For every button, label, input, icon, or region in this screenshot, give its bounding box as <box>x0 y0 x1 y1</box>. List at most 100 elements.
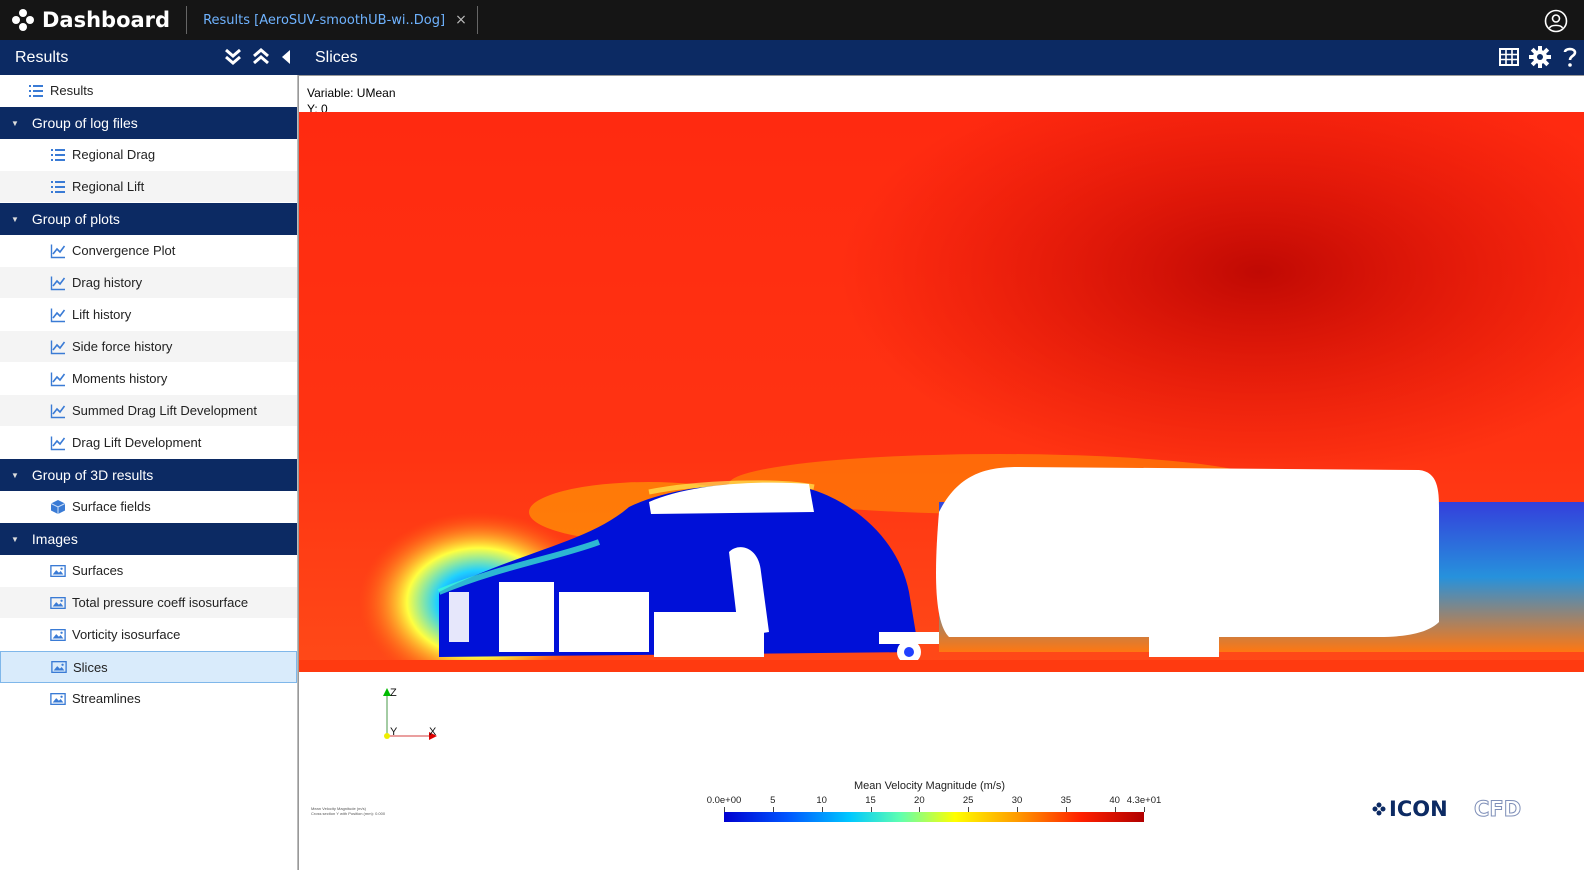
list-icon <box>28 83 44 99</box>
chart-icon <box>50 339 66 355</box>
divider <box>476 6 478 34</box>
tree-item[interactable]: Regional Drag <box>0 139 297 171</box>
image-viewer: Variable: UMean Y: 0 Z Y X Mean Velocity… <box>298 75 1584 870</box>
tab-results[interactable]: Results [AeroSUV-smoothUB-wi..Dog] × <box>187 0 477 40</box>
tree-item-label: Summed Drag Lift Development <box>72 403 257 418</box>
tree-item[interactable]: Drag history <box>0 267 297 299</box>
tree-item-label: Streamlines <box>72 691 141 706</box>
tree-item-label: Vorticity isosurface <box>72 627 181 642</box>
tree-item-label: Side force history <box>72 339 173 354</box>
image-icon <box>51 659 67 675</box>
colorbar-tick-label: 40 <box>1109 795 1120 806</box>
colorbar-tick-label: 0.0e+00 <box>706 795 742 806</box>
tree-item[interactable]: Surface fields <box>0 491 297 523</box>
colorbar-tick-label: 35 <box>1060 795 1072 806</box>
panel-header: Results Slices <box>0 40 1584 75</box>
tree-item[interactable]: Regional Lift <box>0 171 297 203</box>
brand-title: Dashboard <box>42 8 171 32</box>
tree-item[interactable]: Drag Lift Development <box>0 427 297 459</box>
tree-item-label: Drag history <box>72 275 143 290</box>
tree-item[interactable]: Vorticity isosurface <box>0 619 297 651</box>
orientation-axes: Z Y X <box>379 682 449 746</box>
colorbar-tick-label: 20 <box>914 795 925 806</box>
tree-item-label: Regional Lift <box>72 179 145 194</box>
variable-name: Variable: UMean <box>307 86 396 100</box>
image-icon <box>50 691 66 707</box>
tree-item[interactable]: Total pressure coeff isosurface <box>0 587 297 619</box>
list-icon <box>50 147 66 163</box>
tree-group-label: Images <box>31 531 78 547</box>
tree-item-label: Convergence Plot <box>72 243 176 258</box>
axis-y-label: Y <box>390 726 398 738</box>
tree-item-label: Drag Lift Development <box>72 435 202 450</box>
settings-gear-icon[interactable] <box>1528 45 1552 69</box>
results-title: Results <box>15 48 69 66</box>
image-icon <box>50 563 66 579</box>
tree-item[interactable]: Moments history <box>0 363 297 395</box>
results-tree: Results ▼ Group of log files Regional Drag R… <box>0 75 298 870</box>
tab-close-icon[interactable]: × <box>455 12 467 28</box>
image-footnote: Mean Velocity Magnitude (m/s) Cross sect… <box>311 806 385 816</box>
chart-icon <box>50 435 66 451</box>
image-icon <box>50 595 66 611</box>
tree-item-label: Lift history <box>72 307 132 322</box>
collapse-all-icon[interactable] <box>250 46 272 68</box>
tree-group-label: Group of log files <box>31 115 138 131</box>
chart-icon <box>50 307 66 323</box>
axis-x-label: X <box>429 726 437 738</box>
colorbar <box>724 812 1144 822</box>
caret-down-icon[interactable]: ▼ <box>11 471 19 480</box>
list-icon <box>50 179 66 195</box>
footnote-line-2: Cross section Y with Position (mm): 0.00… <box>311 811 386 816</box>
tree-group[interactable]: ▼ Images <box>0 523 297 555</box>
caret-down-icon[interactable]: ▼ <box>11 535 19 544</box>
tree-item-label: Results <box>50 83 94 98</box>
iconcfd-logo: ICON CFD <box>1372 797 1522 822</box>
viewer-header: Slices <box>298 40 1584 75</box>
tab-label[interactable]: Results [AeroSUV-smoothUB-wi..Dog] <box>203 13 445 28</box>
table-grid-icon[interactable] <box>1498 46 1520 68</box>
help-icon[interactable] <box>1560 45 1580 69</box>
tree-item-label: Surface fields <box>72 499 151 514</box>
logo-dots-icon <box>12 9 34 31</box>
top-bar: Dashboard Results [AeroSUV-smoothUB-wi..… <box>0 0 1584 40</box>
velocity-slice-image <box>299 112 1584 672</box>
caret-down-icon[interactable]: ▼ <box>11 215 19 224</box>
tree-group[interactable]: ▼ Group of 3D results <box>0 459 297 491</box>
colorbar-tick-mark <box>1144 807 1145 812</box>
colorbar-tick-label: 15 <box>865 795 876 806</box>
colorbar-tick-label: 5 <box>770 795 776 806</box>
tree-item-label: Regional Drag <box>72 147 156 162</box>
tree-item[interactable]: Convergence Plot <box>0 235 297 267</box>
tree-item[interactable]: Streamlines <box>0 683 297 715</box>
tree-item[interactable]: Side force history <box>0 331 297 363</box>
tree-group[interactable]: ▼ Group of log files <box>0 107 297 139</box>
colorbar-tick-label: 10 <box>816 795 827 806</box>
tree-item[interactable]: Surfaces <box>0 555 297 587</box>
chart-icon <box>50 371 66 387</box>
caret-down-icon[interactable]: ▼ <box>11 119 19 128</box>
image-icon <box>50 627 66 643</box>
dashboard-logo[interactable]: Dashboard <box>0 0 170 40</box>
tree-item[interactable]: Lift history <box>0 299 297 331</box>
viewer-title: Slices <box>315 48 358 66</box>
tree-item-label: Surfaces <box>72 563 124 578</box>
tree-group[interactable]: ▼ Group of plots <box>0 203 297 235</box>
tree-item[interactable]: Summed Drag Lift Development <box>0 395 297 427</box>
expand-all-icon[interactable] <box>222 46 244 68</box>
logo-text-icon: ICON <box>1389 797 1448 821</box>
colorbar-tick-label: 4.3e+01 <box>1126 795 1162 806</box>
chart-icon <box>50 275 66 291</box>
collapse-sidebar-icon[interactable] <box>278 46 294 68</box>
tree-item-label: Slices <box>73 659 108 675</box>
user-account-icon[interactable] <box>1544 9 1568 33</box>
axis-z-label: Z <box>390 687 397 699</box>
colorbar-title: Mean Velocity Magnitude (m/s) <box>854 780 1006 792</box>
tree-group-label: Group of plots <box>31 211 120 227</box>
tree-item[interactable]: Slices <box>0 651 297 683</box>
results-header: Results <box>0 40 298 75</box>
chart-icon <box>50 243 66 259</box>
logo-text-cfd: CFD <box>1474 797 1521 821</box>
tree-item[interactable]: Results <box>0 75 297 107</box>
colorbar-tick-label: 30 <box>1011 795 1023 806</box>
